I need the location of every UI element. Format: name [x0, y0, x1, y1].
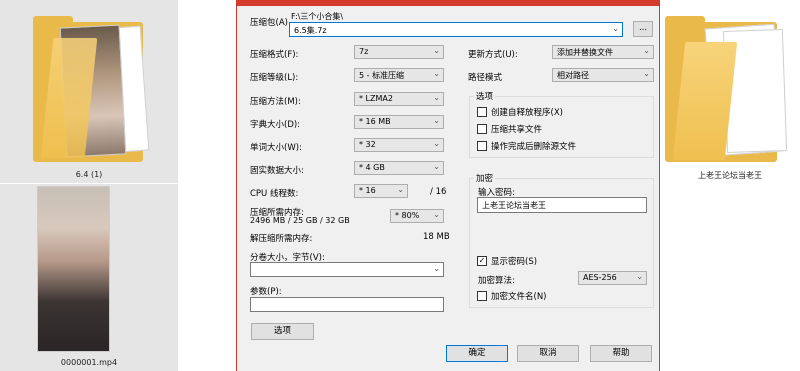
- shared-files-checkbox[interactable]: [477, 124, 487, 134]
- options-group-title: 选项: [474, 90, 496, 102]
- archive-path: F:\三个小合集\: [291, 12, 344, 21]
- level-label: 压缩等级(L):: [250, 73, 299, 83]
- chevron-down-icon: ⌄: [643, 46, 650, 55]
- decomp-value: 18 MB: [423, 232, 450, 242]
- password-input[interactable]: 上老王论坛当老王: [477, 197, 647, 213]
- folder-name-label: 6.4 (1): [75, 170, 103, 179]
- folder-icon: [33, 12, 150, 162]
- chevron-down-icon: ⌄: [433, 162, 440, 171]
- method-select[interactable]: * LZMA2 ⌄: [354, 92, 444, 106]
- chevron-down-icon: ⌄: [433, 93, 440, 102]
- params-input[interactable]: [250, 297, 444, 312]
- archive-name-combo[interactable]: 6.5集.7z ⌄: [289, 22, 623, 37]
- dialog-titlebar: [237, 0, 659, 6]
- word-value: * 32: [359, 140, 376, 149]
- algo-value: AES-256: [583, 273, 617, 282]
- chevron-down-icon: ⌄: [397, 185, 404, 194]
- chevron-down-icon: ⌄: [636, 272, 643, 281]
- method-label: 压缩方法(M):: [250, 97, 301, 107]
- video-name-label: 0000001.mp4: [60, 358, 118, 367]
- update-label: 更新方式(U):: [468, 50, 518, 60]
- path-mode-value: 相对路径: [557, 71, 589, 80]
- sfx-checkbox[interactable]: [477, 107, 487, 117]
- path-mode-select[interactable]: 相对路径 ⌄: [552, 68, 654, 82]
- split-combo[interactable]: ⌄: [250, 262, 444, 277]
- cpu-total: / 16: [430, 187, 447, 197]
- video-tile[interactable]: 0000001.mp4: [0, 184, 178, 371]
- dict-label: 字典大小(D):: [250, 120, 301, 130]
- chevron-down-icon: ⌄: [433, 69, 440, 78]
- path-mode-label: 路径模式: [468, 73, 503, 83]
- folder-tile-selected[interactable]: 6.4 (1): [0, 0, 178, 183]
- format-label: 压缩格式(F):: [250, 50, 299, 60]
- archive-label: 压缩包(A): [250, 18, 288, 28]
- video-thumbnail: [37, 186, 110, 352]
- solid-select[interactable]: * 4 GB ⌄: [354, 161, 444, 175]
- cpu-select[interactable]: * 16 ⌄: [354, 184, 408, 198]
- solid-label: 固实数据大小:: [250, 166, 304, 176]
- cpu-value: * 16: [359, 186, 376, 195]
- params-label: 参数(P):: [250, 287, 282, 297]
- mem-percent-select[interactable]: * 80% ⌄: [390, 209, 444, 223]
- chevron-down-icon: ⌄: [643, 69, 650, 78]
- dict-value: * 16 MB: [359, 117, 391, 126]
- shared-files-label: 压缩共享文件: [491, 125, 543, 135]
- chevron-down-icon[interactable]: ⌄: [433, 264, 440, 273]
- chevron-down-icon: ⌄: [433, 46, 440, 55]
- method-value: * LZMA2: [359, 94, 393, 103]
- sfx-label: 创建自释放程序(X): [491, 108, 563, 118]
- algo-label: 加密算法:: [478, 276, 515, 286]
- cpu-label: CPU 线程数:: [250, 189, 299, 199]
- encrypt-names-label: 加密文件名(N): [491, 292, 547, 302]
- chevron-down-icon: ⌄: [433, 116, 440, 125]
- algo-select[interactable]: AES-256 ⌄: [578, 271, 647, 285]
- encrypt-names-checkbox[interactable]: [477, 291, 487, 301]
- options-button[interactable]: 选项: [251, 323, 314, 340]
- chevron-down-icon: ⌄: [433, 139, 440, 148]
- mem-detail: 2496 MB / 25 GB / 32 GB: [250, 216, 350, 225]
- mem-percent-value: * 80%: [395, 211, 420, 220]
- ok-button[interactable]: 确定: [446, 345, 508, 362]
- word-label: 单词大小(W):: [250, 143, 302, 153]
- chevron-down-icon[interactable]: ⌄: [612, 24, 619, 33]
- add-to-archive-dialog: 压缩包(A) F:\三个小合集\ 6.5集.7z ⌄ ... 压缩格式(F): …: [236, 0, 660, 371]
- decomp-label: 解压缩所需内存:: [250, 234, 313, 244]
- delete-source-checkbox[interactable]: [477, 141, 487, 151]
- word-select[interactable]: * 32 ⌄: [354, 138, 444, 152]
- chevron-down-icon: ⌄: [433, 210, 440, 219]
- solid-value: * 4 GB: [359, 163, 385, 172]
- level-value: 5 - 标准压缩: [359, 71, 405, 80]
- show-password-label: 显示密码(S): [491, 257, 538, 267]
- help-button[interactable]: 帮助: [590, 345, 652, 362]
- browse-button[interactable]: ...: [633, 21, 653, 37]
- update-value: 添加并替换文件: [557, 48, 613, 57]
- update-select[interactable]: 添加并替换文件 ⌄: [552, 45, 654, 59]
- cancel-button[interactable]: 取消: [517, 345, 579, 362]
- archive-name-value: 6.5集.7z: [294, 26, 327, 35]
- format-value: 7z: [359, 47, 369, 56]
- dict-select[interactable]: * 16 MB ⌄: [354, 115, 444, 129]
- level-select[interactable]: 5 - 标准压缩 ⌄: [354, 68, 444, 82]
- delete-source-label: 操作完成后删除源文件: [491, 142, 577, 152]
- format-select[interactable]: 7z ⌄: [354, 45, 444, 59]
- folder-icon-right[interactable]: [665, 12, 788, 162]
- folder-name-label-right: 上老王论坛当老王: [698, 171, 762, 180]
- encryption-group-title: 加密: [474, 172, 496, 184]
- show-password-checkbox[interactable]: ✓: [477, 256, 487, 266]
